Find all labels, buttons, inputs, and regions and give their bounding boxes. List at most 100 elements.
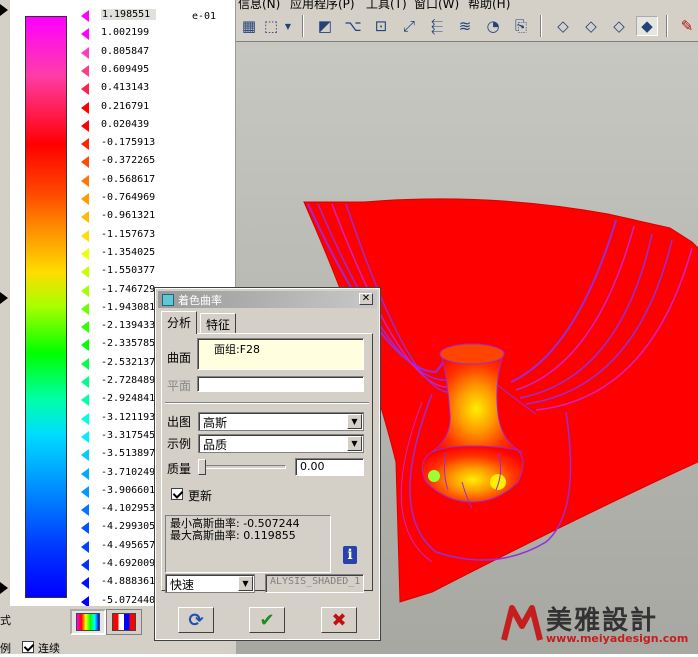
spectrum-scale-button[interactable] bbox=[70, 609, 106, 635]
curvature-info-box: 最小高斯曲率: -0.507244 最大高斯曲率: 0.119855 bbox=[165, 515, 331, 573]
legend-tick-icon bbox=[81, 339, 89, 352]
legend-tick-icon bbox=[81, 83, 89, 96]
legend-value: 1.002199 bbox=[101, 27, 150, 39]
update-checkbox[interactable] bbox=[171, 488, 183, 500]
legend-value: -0.372265 bbox=[101, 155, 156, 167]
legend-tick-icon bbox=[81, 577, 89, 590]
legend-tick-icon bbox=[81, 28, 89, 41]
cancel-button[interactable]: ✖ bbox=[321, 607, 357, 633]
pointer-arrow-icon bbox=[0, 582, 8, 594]
menu-tools[interactable]: 工具(T) bbox=[366, 0, 407, 10]
shading-icon[interactable]: ◆ bbox=[636, 16, 658, 36]
divider bbox=[165, 402, 369, 404]
legend-tick-icon bbox=[81, 540, 89, 553]
legend-value: -0.764969 bbox=[101, 192, 156, 203]
legend-value: -3.317545 bbox=[101, 429, 156, 441]
dialog-title: 着色曲率 bbox=[178, 293, 222, 307]
legend-value: -2.728489 bbox=[101, 375, 156, 386]
orient-icon[interactable]: ⬱ bbox=[426, 16, 448, 36]
quality-slider[interactable] bbox=[198, 459, 286, 475]
max-curvature-text: 最大高斯曲率: 0.119855 bbox=[170, 529, 296, 542]
continuous-checkbox[interactable] bbox=[22, 641, 34, 653]
legend-value: -3.121193 bbox=[101, 411, 156, 423]
spectrum-icon bbox=[76, 613, 100, 631]
output-select[interactable]: 高斯 ▼ bbox=[198, 412, 364, 431]
tab-analysis[interactable]: 分析 bbox=[161, 311, 198, 334]
legend-value: -3.710249 bbox=[101, 466, 156, 478]
watermark: 美雅設計 www.meiyadesign.com bbox=[500, 600, 690, 650]
legend-tick-icon bbox=[81, 101, 89, 114]
zoom-icon[interactable]: ⊡ bbox=[370, 16, 392, 36]
legend-tick-icon bbox=[81, 522, 89, 535]
quality-value: 0.00 bbox=[300, 460, 325, 473]
legend-tick-icon bbox=[81, 119, 89, 132]
repaint-icon[interactable]: ⤢ bbox=[398, 16, 420, 36]
surface-field[interactable]: 面组:F28 bbox=[197, 338, 364, 370]
watermark-logo-icon bbox=[501, 605, 543, 641]
menu-help[interactable]: 帮助(H) bbox=[468, 0, 510, 10]
legend-exponent: e-01 bbox=[192, 11, 217, 22]
analysis-name-value: ALYSIS_SHADED_1 bbox=[270, 576, 361, 587]
legend-value: 0.216791 bbox=[101, 100, 150, 112]
legend-tick-icon bbox=[81, 302, 89, 315]
repeat-button[interactable]: ⟳ bbox=[178, 607, 214, 633]
speed-select[interactable]: 快速 ▼ bbox=[165, 574, 255, 593]
chevron-down-icon[interactable]: ▼ bbox=[347, 436, 362, 451]
close-button[interactable]: ✕ bbox=[359, 293, 373, 305]
shaded-curvature-dialog: 着色曲率 ✕ 分析 特征 曲面 面组:F28 平面 出图 高斯 ▼ 示例 品质 … bbox=[154, 287, 381, 641]
tab-feature[interactable]: 特征 bbox=[200, 313, 237, 333]
no-hidden-icon[interactable]: ◇ bbox=[608, 16, 630, 36]
window-edge bbox=[0, 0, 10, 654]
slider-thumb[interactable] bbox=[198, 459, 206, 475]
layer-icon[interactable]: ≋ bbox=[454, 16, 476, 36]
quality-input[interactable]: 0.00 bbox=[295, 458, 364, 476]
legend-value: -0.961321 bbox=[101, 210, 156, 222]
legend-tick-icon bbox=[81, 229, 89, 242]
stepped-spectrum-icon bbox=[112, 613, 136, 631]
toolbar-separator bbox=[302, 15, 304, 37]
analysis-name-field[interactable]: ALYSIS_SHADED_1 bbox=[265, 574, 364, 593]
toolbar-separator bbox=[540, 15, 542, 37]
dropdown-arrow-icon[interactable]: ▼ bbox=[282, 16, 294, 36]
legend-value: -4.495657 bbox=[101, 539, 156, 551]
toolbar: ▦ ⬚ ▼ ◩ ⌥ ⊡ ⤢ ⬱ ≋ ◔ ⎘ ◇ ◇ ◇ ◆ ✎ bbox=[236, 10, 698, 42]
menu-bar: 信息(N) 应用程序(P) 工具(T) 窗口(W) 帮助(H) bbox=[236, 0, 698, 10]
dialog-titlebar[interactable]: 着色曲率 ✕ bbox=[158, 291, 377, 308]
output-label: 出图 bbox=[167, 415, 192, 429]
legend-value: -1.157673 bbox=[101, 228, 156, 240]
info-icon[interactable]: i bbox=[343, 546, 357, 564]
datum-axis-icon[interactable]: ⌥ bbox=[342, 16, 364, 36]
legend-value: -4.102953 bbox=[101, 503, 156, 515]
copy-icon[interactable]: ▦ bbox=[238, 16, 260, 36]
legend-tick-icon bbox=[81, 467, 89, 480]
legend-value: -4.692009 bbox=[101, 558, 156, 569]
menu-window[interactable]: 窗口(W) bbox=[414, 0, 459, 10]
menu-applications[interactable]: 应用程序(P) bbox=[290, 0, 355, 10]
ok-button[interactable]: ✔ bbox=[249, 607, 285, 633]
legend-value: -3.513897 bbox=[101, 448, 156, 460]
legend-value: -1.943081 bbox=[101, 301, 156, 313]
legend-value: -4.888361 bbox=[101, 576, 156, 588]
chevron-down-icon[interactable]: ▼ bbox=[347, 414, 362, 429]
dialog-app-icon bbox=[162, 293, 174, 306]
legend-value: -2.532137 bbox=[101, 356, 156, 368]
sample-label: 示例 bbox=[167, 437, 192, 451]
legend-tick-icon bbox=[81, 485, 89, 498]
legend-tick-icon bbox=[81, 266, 89, 279]
datum-display-icon[interactable]: ◩ bbox=[314, 16, 336, 36]
view-manager-icon[interactable]: ⎘ bbox=[510, 16, 532, 36]
legend-value: -1.354025 bbox=[101, 246, 156, 258]
select-box-icon[interactable]: ⬚ bbox=[260, 16, 282, 36]
sample-select[interactable]: 品质 ▼ bbox=[198, 434, 364, 453]
color-scale-bar bbox=[25, 16, 67, 598]
legend-value: -4.299305 bbox=[101, 521, 156, 533]
legend-tick-icon bbox=[81, 211, 89, 224]
stepped-scale-button[interactable] bbox=[106, 609, 142, 635]
hidden-line-icon[interactable]: ◇ bbox=[580, 16, 602, 36]
saved-view-icon[interactable]: ◔ bbox=[482, 16, 504, 36]
menu-info[interactable]: 信息(N) bbox=[238, 0, 280, 10]
chevron-down-icon[interactable]: ▼ bbox=[238, 576, 253, 591]
wireframe-icon[interactable]: ◇ bbox=[552, 16, 574, 36]
legend-value: -1.550377 bbox=[101, 265, 156, 277]
sketch-icon[interactable]: ✎ bbox=[676, 16, 698, 36]
